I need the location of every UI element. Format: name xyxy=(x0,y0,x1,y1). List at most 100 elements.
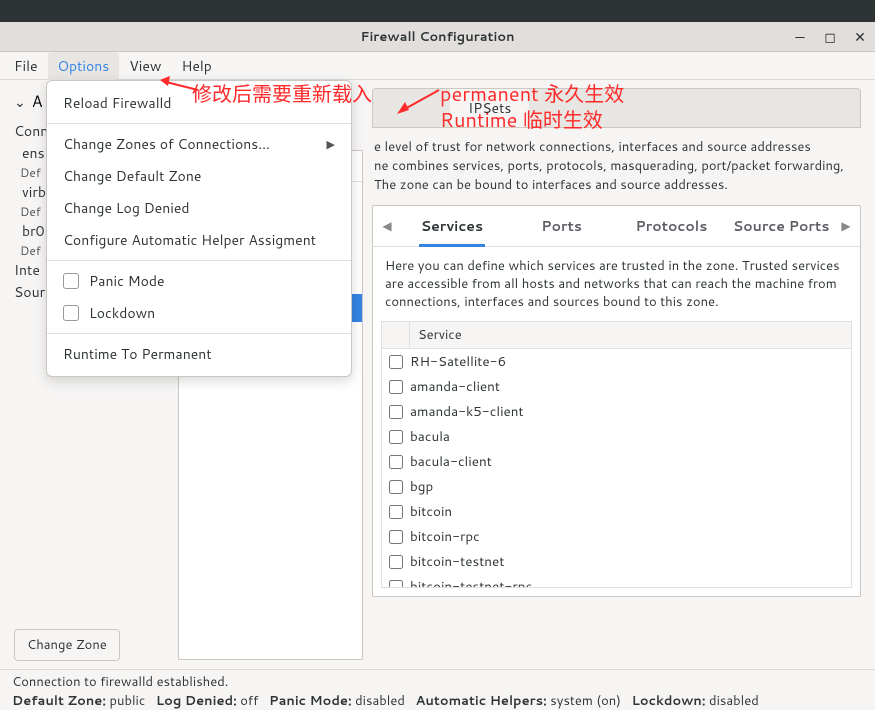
combobox-row: ⌄ A xyxy=(14,90,43,113)
statusbar: Connection to firewalld established. Def… xyxy=(0,669,875,709)
service-row[interactable]: RH-Satellite-6 xyxy=(382,349,851,374)
service-row[interactable]: amanda-client xyxy=(382,374,851,399)
service-checkbox[interactable] xyxy=(389,530,403,544)
close-button[interactable]: ✕ xyxy=(845,27,875,47)
dd-change-default-label: Change Default Zone xyxy=(63,166,201,186)
top-tabs: Zones IPSets xyxy=(372,88,861,128)
service-name: bitcoin-testnet-rpc xyxy=(410,577,532,586)
service-name: RH-Satellite-6 xyxy=(410,352,506,371)
subtab-services[interactable]: Services xyxy=(397,206,507,246)
subtab-arrow-left-icon[interactable]: ◀ xyxy=(377,217,397,234)
subtab-protocols[interactable]: Protocols xyxy=(617,206,727,246)
menu-help[interactable]: Help xyxy=(171,52,221,80)
menu-options[interactable]: Options xyxy=(48,52,120,80)
dd-change-zones[interactable]: Change Zones of Connections… ▶ xyxy=(47,128,351,160)
zone-description: e level of trust for network connections… xyxy=(372,128,861,205)
status-auto: system (on) xyxy=(550,692,621,710)
dd-change-default[interactable]: Change Default Zone xyxy=(47,160,351,192)
service-name: bacula-client xyxy=(410,452,492,471)
services-list-header: Service xyxy=(382,322,851,349)
checkbox-icon[interactable] xyxy=(63,305,79,321)
status-panic-label: Panic Mode: xyxy=(269,692,352,710)
change-zone-button[interactable]: Change Zone xyxy=(14,629,120,661)
service-row[interactable]: bitcoin-rpc xyxy=(382,524,851,549)
service-row[interactable]: bacula-client xyxy=(382,449,851,474)
service-checkbox[interactable] xyxy=(389,505,403,519)
dd-change-zones-label: Change Zones of Connections… xyxy=(63,134,270,154)
window-controls: — ◻ ✕ xyxy=(785,22,875,51)
dd-runtime-permanent-label: Runtime To Permanent xyxy=(63,344,212,364)
service-row[interactable]: bitcoin-testnet xyxy=(382,549,851,574)
subtab-ports[interactable]: Ports xyxy=(507,206,617,246)
status-lockdown: disabled xyxy=(709,692,759,710)
status-panic: disabled xyxy=(355,692,405,710)
services-list: Service RH-Satellite-6 amanda-client amand… xyxy=(381,321,852,587)
service-checkbox[interactable] xyxy=(389,555,403,569)
service-checkbox[interactable] xyxy=(389,405,403,419)
service-checkbox[interactable] xyxy=(389,580,403,587)
dd-panic-label: Panic Mode xyxy=(89,271,165,291)
service-name: bacula xyxy=(410,427,450,446)
service-name: amanda-k5-client xyxy=(410,402,524,421)
checkbox-icon[interactable] xyxy=(63,273,79,289)
combobox-label: A xyxy=(32,90,43,113)
service-name: bitcoin xyxy=(410,502,452,521)
status-defzone-label: Default Zone: xyxy=(12,692,106,710)
status-defzone: public xyxy=(110,692,146,710)
sub-tabs: ◀ Services Ports Protocols Source Ports … xyxy=(373,206,860,247)
desktop-top-bar xyxy=(0,0,875,22)
status-connection: Connection to firewalld established. xyxy=(12,673,863,691)
dd-change-log-label: Change Log Denied xyxy=(63,198,190,218)
status-line2: Default Zone: public Log Denied: off Pan… xyxy=(12,692,863,710)
services-rows: RH-Satellite-6 amanda-client amanda-k5-cli… xyxy=(382,349,851,586)
dd-lockdown[interactable]: Lockdown xyxy=(47,297,351,329)
subtab-arrow-right-icon[interactable]: ▶ xyxy=(836,217,856,234)
dd-sep xyxy=(47,333,351,334)
change-zone-wrap: Change Zone xyxy=(14,629,120,661)
chevron-down-icon[interactable]: ⌄ xyxy=(14,92,26,112)
submenu-arrow-icon: ▶ xyxy=(327,136,335,152)
dd-change-log[interactable]: Change Log Denied xyxy=(47,192,351,224)
service-row[interactable]: bitcoin xyxy=(382,499,851,524)
service-checkbox[interactable] xyxy=(389,380,403,394)
status-lockdown-label: Lockdown: xyxy=(632,692,706,710)
service-checkbox[interactable] xyxy=(389,480,403,494)
service-column-header: Service xyxy=(410,322,851,348)
options-dropdown: Reload Firewalld Change Zones of Connect… xyxy=(46,80,352,377)
dd-configure-helper[interactable]: Configure Automatic Helper Assigment xyxy=(47,224,351,256)
maximize-button[interactable]: ◻ xyxy=(815,27,845,47)
service-name: bitcoin-testnet xyxy=(410,552,504,571)
service-checkbox[interactable] xyxy=(389,355,403,369)
menu-file[interactable]: File xyxy=(4,52,48,80)
dd-sep xyxy=(47,123,351,124)
service-name: amanda-client xyxy=(410,377,500,396)
dd-configure-helper-label: Configure Automatic Helper Assigment xyxy=(63,230,316,250)
status-logdenied: off xyxy=(240,692,258,710)
window-titlebar: Firewall Configuration — ◻ ✕ xyxy=(0,22,875,52)
service-name: bgp xyxy=(410,477,433,496)
minimize-button[interactable]: — xyxy=(785,27,815,47)
menu-view[interactable]: View xyxy=(119,52,171,80)
service-row[interactable]: bacula xyxy=(382,424,851,449)
service-name: bitcoin-rpc xyxy=(410,527,480,546)
service-checkbox[interactable] xyxy=(389,430,403,444)
service-row[interactable]: amanda-k5-client xyxy=(382,399,851,424)
tab-ipsets[interactable]: IPSets xyxy=(450,89,529,127)
service-row[interactable]: bitcoin-testnet-rpc xyxy=(382,574,851,586)
service-row[interactable]: bgp xyxy=(382,474,851,499)
subtab-sourceports[interactable]: Source Ports xyxy=(726,206,836,246)
menubar: File Options View Help xyxy=(0,52,875,80)
dd-reload-label: Reload Firewalld xyxy=(63,93,172,113)
status-logdenied-label: Log Denied: xyxy=(156,692,237,710)
right-panel: Zones IPSets e level of trust for networ… xyxy=(372,88,861,597)
service-checkbox[interactable] xyxy=(389,455,403,469)
services-wrap: ◀ Services Ports Protocols Source Ports … xyxy=(372,205,861,597)
dd-reload[interactable]: Reload Firewalld xyxy=(47,87,351,119)
dd-sep xyxy=(47,260,351,261)
window-title: Firewall Configuration xyxy=(361,28,515,46)
dd-panic[interactable]: Panic Mode xyxy=(47,265,351,297)
status-auto-label: Automatic Helpers: xyxy=(416,692,547,710)
dd-runtime-permanent[interactable]: Runtime To Permanent xyxy=(47,338,351,370)
dd-lockdown-label: Lockdown xyxy=(89,303,155,323)
services-description: Here you can define which services are t… xyxy=(373,247,860,322)
